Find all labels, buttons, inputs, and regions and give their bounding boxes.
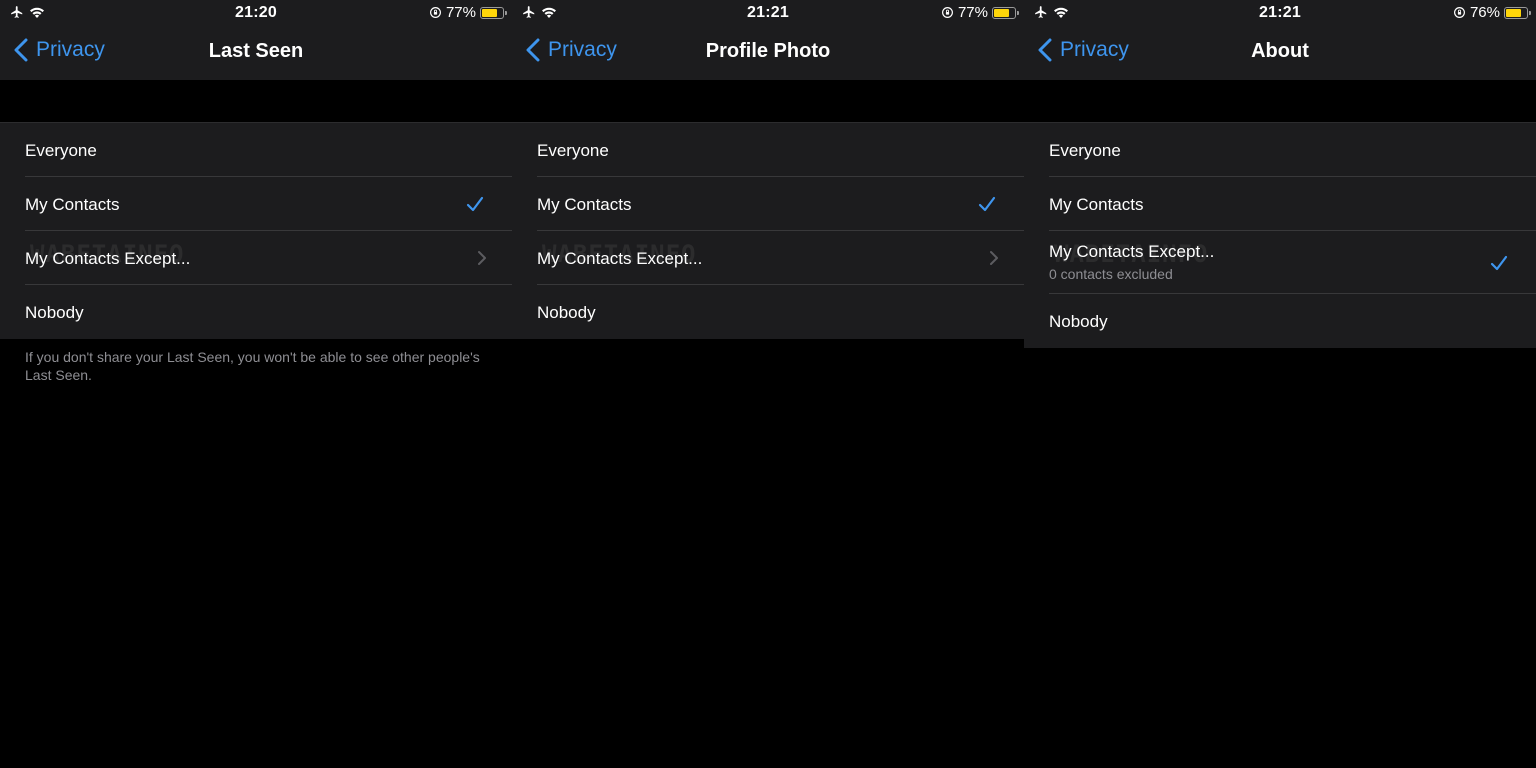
nav-bar: Privacy Profile Photo <box>512 26 1024 80</box>
option-label: Nobody <box>537 303 596 322</box>
option-label: My Contacts <box>537 195 632 214</box>
option-label: My Contacts <box>25 195 120 214</box>
option-row[interactable]: Nobody <box>1024 294 1536 348</box>
status-right: 76% <box>1453 4 1531 21</box>
rotation-lock-icon <box>1453 7 1465 18</box>
option-label: Nobody <box>25 303 84 322</box>
check-icon <box>466 196 484 212</box>
check-icon <box>1490 255 1508 270</box>
option-label: Everyone <box>537 141 609 160</box>
option-row[interactable]: Everyone <box>1024 123 1536 177</box>
battery-icon <box>1504 6 1531 19</box>
option-list: Everyone My Contacts My Contacts Except...… <box>1024 122 1536 348</box>
chevron-right-icon <box>990 251 998 265</box>
about-screen: 21:21 76% Privacy About Everyone My Conta… <box>1024 0 1536 768</box>
option-row[interactable]: Nobody <box>512 285 1024 339</box>
page-title: Last Seen <box>208 40 304 62</box>
option-row[interactable]: My Contacts Except... <box>512 231 1024 285</box>
battery-percent: 77% <box>445 4 476 21</box>
rotation-lock-icon <box>429 7 441 18</box>
option-row[interactable]: Everyone <box>0 123 512 177</box>
battery-icon <box>480 6 507 19</box>
option-row[interactable]: Everyone <box>512 123 1024 177</box>
option-label: Nobody <box>1049 312 1108 331</box>
option-list: Everyone My Contacts My Contacts Except...… <box>512 122 1024 339</box>
battery-fill <box>1506 8 1522 17</box>
option-label: My Contacts Except... <box>537 249 703 268</box>
page-title: Profile Photo <box>705 40 831 62</box>
battery-percent: 77% <box>957 4 988 21</box>
status-right: 77% <box>941 4 1019 21</box>
option-row[interactable]: My Contacts <box>1024 177 1536 231</box>
screens-container: 21:20 77% Privacy Last Seen Everyone My C… <box>0 0 1536 768</box>
battery-percent: 76% <box>1469 4 1500 21</box>
option-row[interactable]: My Contacts <box>512 177 1024 231</box>
option-row[interactable]: My Contacts <box>0 177 512 231</box>
footer-note: If you don't share your Last Seen, you w… <box>25 349 480 383</box>
status-bar: 21:20 77% <box>0 0 512 26</box>
option-label: Everyone <box>25 141 97 160</box>
option-label: Everyone <box>1049 141 1121 160</box>
option-row[interactable]: Nobody <box>0 285 512 339</box>
profile-photo-screen: 21:21 77% Privacy Profile Photo Everyone… <box>512 0 1024 768</box>
nav-bar: Privacy Last Seen <box>0 26 512 80</box>
option-list: Everyone My Contacts My Contacts Except...… <box>0 122 512 339</box>
rotation-lock-icon <box>941 7 953 18</box>
nav-bar: Privacy About <box>1024 26 1536 80</box>
option-label: My Contacts Except... <box>1049 242 1215 261</box>
battery-fill <box>994 8 1010 17</box>
status-bar: 21:21 77% <box>512 0 1024 26</box>
option-row[interactable]: My Contacts Except... <box>0 231 512 285</box>
chevron-right-icon <box>478 251 486 265</box>
option-row[interactable]: My Contacts Except... 0 contacts excluded <box>1024 231 1536 294</box>
status-right: 77% <box>429 4 507 21</box>
battery-fill <box>482 8 498 17</box>
check-icon <box>978 196 996 212</box>
page-title: About <box>1251 40 1309 62</box>
option-label: My Contacts <box>1049 195 1144 214</box>
option-sublabel: 0 contacts excluded <box>1049 266 1173 282</box>
option-label: My Contacts Except... <box>25 249 191 268</box>
last-seen-screen: 21:20 77% Privacy Last Seen Everyone My C… <box>0 0 512 768</box>
status-bar: 21:21 76% <box>1024 0 1536 26</box>
battery-icon <box>992 6 1019 19</box>
